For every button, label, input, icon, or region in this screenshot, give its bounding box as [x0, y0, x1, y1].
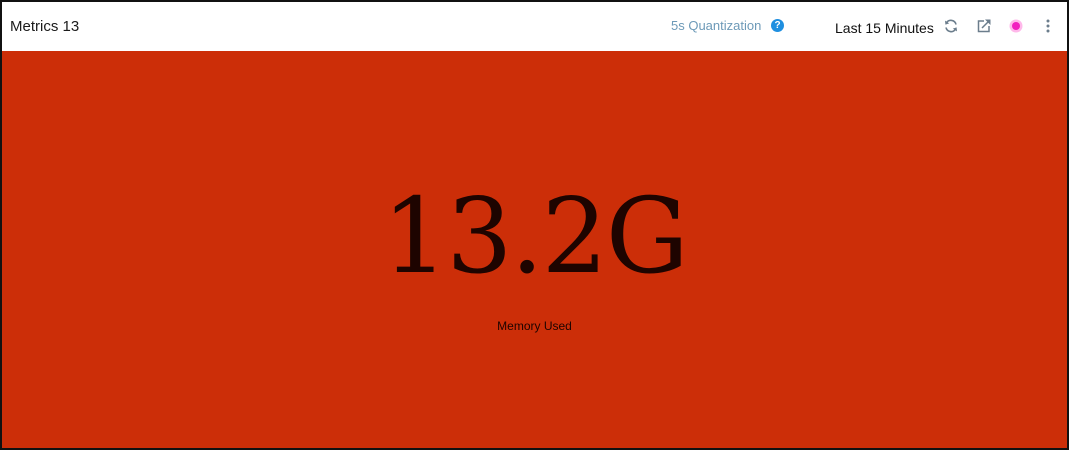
more-vertical-icon[interactable] — [1040, 18, 1056, 34]
refresh-icon[interactable] — [943, 18, 959, 34]
time-range-selector[interactable]: Last 15 Minutes — [835, 20, 934, 36]
metrics-panel: Metrics 13 5s Quantization ? Last 15 Min… — [0, 0, 1069, 450]
panel-title[interactable]: Metrics 13 — [10, 18, 79, 35]
share-icon[interactable] — [976, 18, 992, 34]
quantization-label: 5s Quantization — [671, 18, 762, 33]
help-icon[interactable]: ? — [771, 19, 784, 32]
panel-header: Metrics 13 5s Quantization ? Last 15 Min… — [2, 2, 1067, 51]
metric-label: Memory Used — [497, 319, 572, 333]
metric-value: 13.2G — [382, 175, 689, 297]
live-indicator-icon[interactable] — [1008, 18, 1024, 34]
metric-body: 13.2G Memory Used — [2, 51, 1067, 448]
